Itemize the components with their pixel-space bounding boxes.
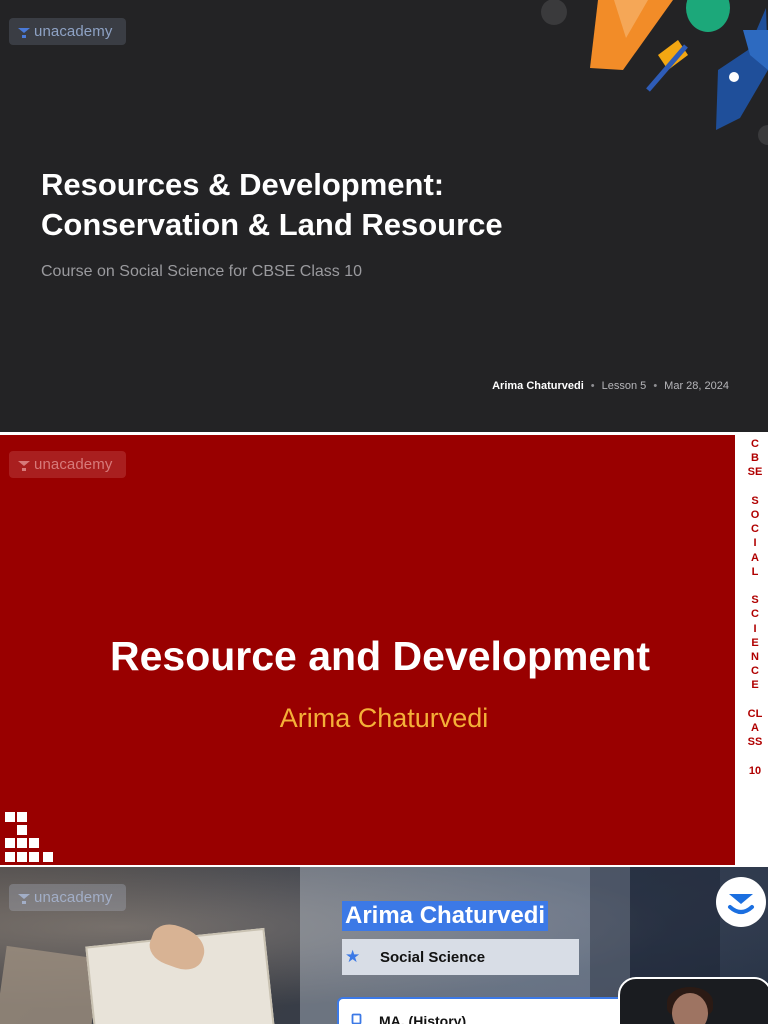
educator-name: Arima Chaturvedi (279, 703, 489, 733)
educator-webcam-video (618, 977, 768, 1024)
meta-separator: • (590, 380, 595, 392)
unacademy-logo: unacademy (9, 884, 126, 911)
lesson-number: Lesson 5 (601, 380, 647, 392)
unacademy-logo-icon (17, 459, 31, 471)
unacademy-badge-icon (716, 877, 766, 927)
side-label-text: C B SE S O C I A L S C I E N C E CL A SS… (747, 438, 763, 777)
educator-intro-slide: unacademy Arima Chaturvedi ★ Social Scie… (0, 867, 768, 1024)
chapter-title: Resource and Development (110, 633, 650, 679)
subject-row: ★ Social Science (342, 939, 579, 975)
star-icon: ★ (345, 947, 361, 966)
lesson-meta: Arima Chaturvedi • Lesson 5 • Mar 28, 20… (492, 380, 729, 392)
vertical-side-label: C B SE S O C I A L S C I E N C E CL A SS… (735, 435, 768, 865)
lesson-title: Resources & Development: Conservation & … (41, 165, 661, 245)
educator-name-heading: Arima Chaturvedi (342, 901, 549, 931)
decorative-shapes (541, 0, 768, 145)
lesson-title-line-2: Conservation & Land Resource (41, 207, 503, 242)
course-subtitle: Course on Social Science for CBSE Class … (41, 263, 363, 280)
unacademy-logo: unacademy (9, 451, 126, 478)
intro-slide: unacademy Resource and Development Arima… (0, 435, 735, 865)
unacademy-logo-icon (17, 892, 31, 904)
logo-text: unacademy (34, 23, 113, 40)
author-name: Arima Chaturvedi (492, 380, 584, 392)
degree-icon (351, 1013, 371, 1024)
degree-row: MA. (History) (337, 997, 654, 1024)
logo-text: unacademy (34, 889, 113, 906)
subject-label: Social Science (380, 948, 486, 966)
title-slide: unacademy Resources & Development: Conse… (0, 0, 768, 432)
logo-text: unacademy (34, 456, 113, 473)
unacademy-logo: unacademy (9, 18, 126, 45)
lesson-title-line-1: Resources & Development: (41, 167, 445, 202)
pixel-pattern (5, 812, 53, 862)
unacademy-logo-icon (17, 26, 31, 38)
meta-separator: • (653, 380, 658, 392)
degree-label: MA. (History) (379, 1013, 467, 1024)
lesson-date: Mar 28, 2024 (664, 380, 729, 392)
